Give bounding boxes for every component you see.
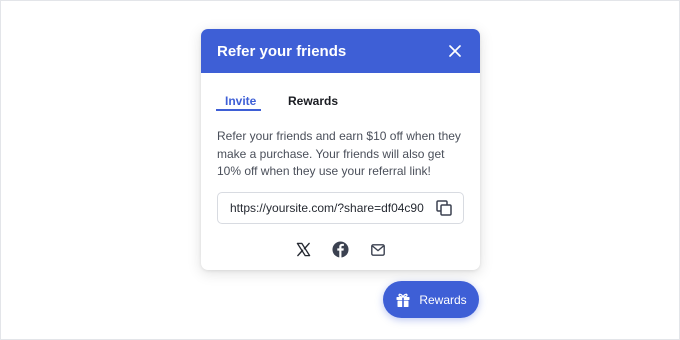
tab-rewards[interactable]: Rewards	[288, 94, 338, 108]
tab-bar: Invite Rewards	[216, 73, 465, 111]
share-facebook-button[interactable]	[332, 241, 350, 259]
share-email-button[interactable]	[369, 241, 387, 259]
tab-invite[interactable]: Invite	[225, 94, 256, 108]
referral-link-field[interactable]: https://yoursite.com/?share=df04c90	[217, 191, 464, 224]
referral-description: Refer your friends and earn $10 off when…	[217, 129, 461, 178]
referral-link-text: https://yoursite.com/?share=df04c90	[230, 200, 424, 215]
active-tab-indicator	[216, 109, 261, 111]
x-icon	[296, 242, 311, 257]
modal-header: Refer your friends	[201, 29, 480, 73]
share-x-button[interactable]	[295, 241, 313, 259]
referral-modal: Refer your friends Invite Rewards Refer …	[201, 29, 480, 270]
gift-icon	[395, 292, 411, 308]
modal-title: Refer your friends	[217, 42, 347, 60]
close-button[interactable]	[446, 42, 464, 60]
copy-link-button[interactable]	[435, 199, 453, 217]
copy-icon	[436, 199, 452, 216]
rewards-launcher-button[interactable]: Rewards	[383, 281, 479, 318]
close-icon	[449, 45, 461, 57]
email-icon	[370, 243, 385, 256]
rewards-launcher-label: Rewards	[419, 292, 467, 307]
facebook-icon	[332, 241, 349, 258]
share-buttons	[201, 241, 480, 259]
